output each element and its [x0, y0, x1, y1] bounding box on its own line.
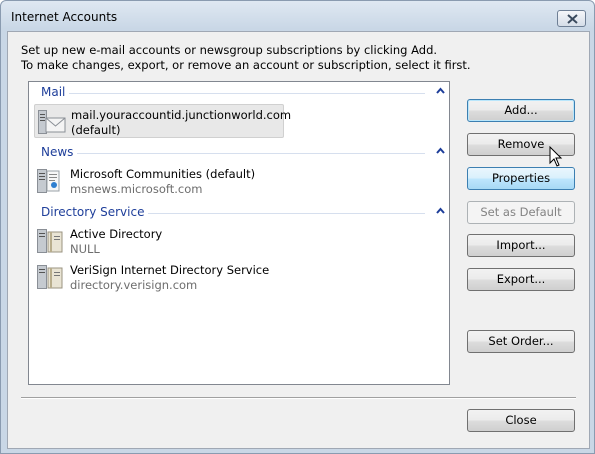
- close-button[interactable]: Close: [467, 409, 575, 432]
- directory-server-icon: [37, 229, 63, 253]
- close-icon: [567, 14, 578, 24]
- mouse-pointer-icon: [549, 146, 563, 167]
- group-name: Mail: [41, 85, 70, 99]
- group-header-news[interactable]: News: [41, 145, 445, 161]
- group-divider: [41, 93, 425, 94]
- accounts-list[interactable]: Mail mail.youraccountid.junctionworld.co…: [28, 81, 450, 385]
- directory-server-icon: [37, 265, 63, 289]
- account-detail: NULL: [70, 242, 100, 256]
- group-header-directory-service[interactable]: Directory Service: [41, 205, 445, 221]
- instructions-line-2: To make changes, export, or remove an ac…: [21, 58, 471, 72]
- window-close-button[interactable]: [557, 10, 586, 27]
- collapse-chevron-icon[interactable]: [436, 87, 445, 94]
- group-name: News: [41, 145, 78, 159]
- mail-server-icon: [38, 110, 66, 134]
- group-divider: [41, 153, 425, 154]
- account-detail: msnews.microsoft.com: [70, 182, 203, 196]
- instructions: Set up new e-mail accounts or newsgroup …: [21, 43, 471, 73]
- account-name: VeriSign Internet Directory Service: [70, 263, 270, 277]
- account-name: Microsoft Communities (default): [70, 167, 256, 181]
- dialog-body: Set up new e-mail accounts or newsgroup …: [7, 31, 590, 449]
- account-entry-active-directory[interactable]: Active Directory NULL: [34, 224, 284, 258]
- window-title: Internet Accounts: [11, 10, 118, 24]
- group-header-mail[interactable]: Mail: [41, 85, 445, 101]
- set-order-button[interactable]: Set Order...: [467, 330, 575, 353]
- export-button[interactable]: Export...: [467, 268, 575, 291]
- collapse-chevron-icon[interactable]: [436, 207, 445, 214]
- add-button[interactable]: Add...: [467, 99, 575, 122]
- account-name: mail.youraccountid.junctionworld.com: [71, 108, 292, 122]
- instructions-line-1: Set up new e-mail accounts or newsgroup …: [21, 43, 438, 57]
- account-entry-mail[interactable]: mail.youraccountid.junctionworld.com (de…: [34, 104, 291, 138]
- account-entry-news[interactable]: Microsoft Communities (default) msnews.m…: [34, 164, 284, 198]
- import-button[interactable]: Import...: [467, 234, 575, 257]
- account-entry-verisign[interactable]: VeriSign Internet Directory Service dire…: [34, 260, 284, 294]
- set-as-default-button: Set as Default: [467, 201, 575, 224]
- footer-separator: [21, 397, 576, 399]
- title-bar[interactable]: Internet Accounts: [1, 1, 594, 31]
- group-name: Directory Service: [41, 205, 149, 219]
- account-detail: directory.verisign.com: [70, 278, 198, 292]
- collapse-chevron-icon[interactable]: [436, 147, 445, 154]
- account-detail: (default): [71, 123, 121, 137]
- news-server-icon: [37, 169, 60, 193]
- account-name: Active Directory: [70, 227, 163, 241]
- properties-button[interactable]: Properties: [467, 167, 575, 190]
- internet-accounts-dialog: Internet Accounts Set up new e-mail acco…: [0, 0, 595, 454]
